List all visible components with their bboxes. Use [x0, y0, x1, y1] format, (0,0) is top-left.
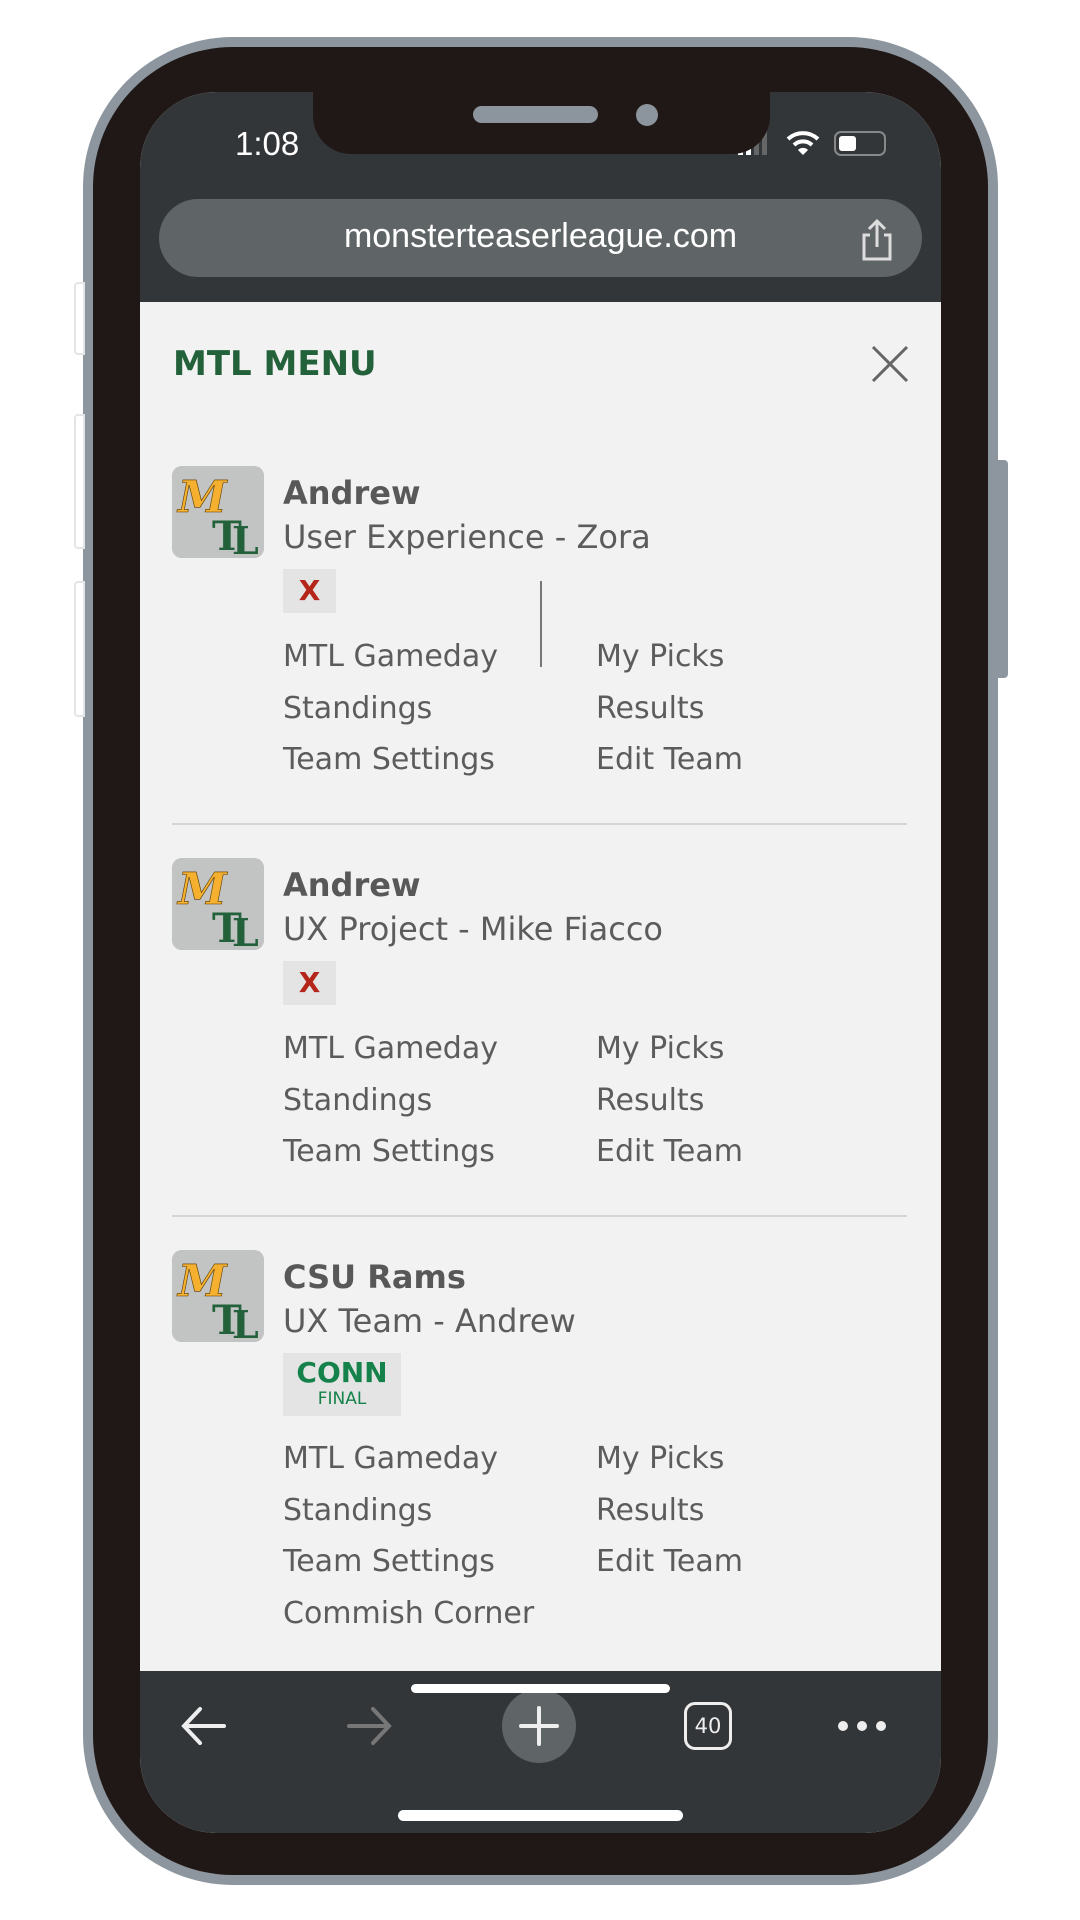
league-name: UX Team - Andrew — [283, 1302, 576, 1340]
back-button[interactable] — [178, 1693, 228, 1759]
link-commish-corner[interactable]: Commish Corner — [283, 1596, 534, 1631]
link-standings[interactable]: Standings — [283, 1493, 432, 1528]
menu-title: MTL MENU — [173, 344, 377, 384]
link-mtl-gameday[interactable]: MTL Gameday — [283, 1031, 498, 1066]
league-name: UX Project - Mike Fiacco — [283, 910, 663, 948]
camera — [636, 104, 658, 126]
league-name: User Experience - Zora — [283, 518, 651, 556]
link-standings[interactable]: Standings — [283, 1083, 432, 1118]
new-tab-button[interactable] — [502, 1689, 576, 1763]
browser-top-bar: 1:08 monsterteaserleague.com — [140, 92, 941, 302]
link-my-picks[interactable]: My Picks — [596, 1441, 724, 1476]
link-standings[interactable]: Standings — [283, 691, 432, 726]
more-dots-icon — [838, 1721, 886, 1731]
tabs-button[interactable]: 40 — [683, 1693, 733, 1759]
team-section: TLM CSU Rams UX Team - Andrew CONN FINAL… — [172, 1250, 907, 1650]
status-time: 1:08 — [235, 125, 300, 162]
svg-text:M: M — [176, 864, 228, 915]
link-results[interactable]: Results — [596, 691, 704, 726]
game-status-badge: CONN FINAL — [283, 1353, 401, 1416]
game-status: FINAL — [317, 1389, 367, 1409]
link-edit-team[interactable]: Edit Team — [596, 1134, 743, 1169]
divider — [540, 581, 542, 667]
browser-toolbar: 40 — [140, 1671, 941, 1833]
forward-arrow-icon — [347, 1707, 392, 1745]
notch — [313, 92, 770, 154]
plus-icon — [519, 1706, 559, 1746]
link-team-settings[interactable]: Team Settings — [283, 1544, 495, 1579]
screen: 1:08 monsterteaserleague.com MTL MENU TL… — [140, 92, 941, 1833]
section-divider — [172, 823, 907, 825]
share-icon[interactable] — [860, 219, 894, 261]
link-my-picks[interactable]: My Picks — [596, 1031, 724, 1066]
team-name: CSU Rams — [283, 1258, 466, 1296]
team-section: TLM Andrew User Experience - Zora X MTL … — [172, 466, 907, 786]
link-edit-team[interactable]: Edit Team — [596, 1544, 743, 1579]
svg-text:L: L — [232, 1302, 259, 1342]
svg-text:L: L — [232, 910, 259, 950]
speaker — [473, 106, 598, 123]
link-mtl-gameday[interactable]: MTL Gameday — [283, 639, 498, 674]
mtl-logo: TLM — [172, 466, 264, 558]
team-section: TLM Andrew UX Project - Mike Fiacco X MT… — [172, 858, 907, 1178]
wifi-icon — [786, 131, 820, 155]
link-mtl-gameday[interactable]: MTL Gameday — [283, 1441, 498, 1476]
mtl-logo: TLM — [172, 1250, 264, 1342]
close-icon[interactable] — [870, 344, 910, 384]
link-edit-team[interactable]: Edit Team — [596, 742, 743, 777]
section-divider — [172, 1215, 907, 1217]
team-name: Andrew — [283, 866, 421, 904]
pick-status-badge: X — [283, 569, 336, 613]
svg-text:L: L — [232, 518, 259, 558]
link-results[interactable]: Results — [596, 1083, 704, 1118]
link-team-settings[interactable]: Team Settings — [283, 1134, 495, 1169]
svg-text:M: M — [176, 1256, 228, 1307]
link-my-picks[interactable]: My Picks — [596, 639, 724, 674]
mtl-logo: TLM — [172, 858, 264, 950]
link-team-settings[interactable]: Team Settings — [283, 742, 495, 777]
pick-status-badge: X — [283, 961, 336, 1005]
tab-count: 40 — [684, 1702, 732, 1750]
power-button — [996, 460, 1008, 678]
address-bar[interactable]: monsterteaserleague.com — [159, 199, 922, 277]
forward-button[interactable] — [345, 1693, 395, 1759]
volume-up-button — [74, 414, 85, 549]
home-indicator[interactable] — [398, 1810, 683, 1821]
back-arrow-icon — [181, 1707, 226, 1745]
mute-switch — [74, 282, 85, 355]
svg-text:M: M — [176, 472, 228, 523]
more-button[interactable] — [834, 1693, 890, 1759]
link-results[interactable]: Results — [596, 1493, 704, 1528]
team-name: Andrew — [283, 474, 421, 512]
team-abbr: CONN — [296, 1356, 388, 1389]
battery-icon — [834, 130, 886, 156]
volume-down-button — [74, 581, 85, 717]
toolbar-handle[interactable] — [411, 1684, 670, 1693]
url-text[interactable]: monsterteaserleague.com — [159, 217, 922, 256]
